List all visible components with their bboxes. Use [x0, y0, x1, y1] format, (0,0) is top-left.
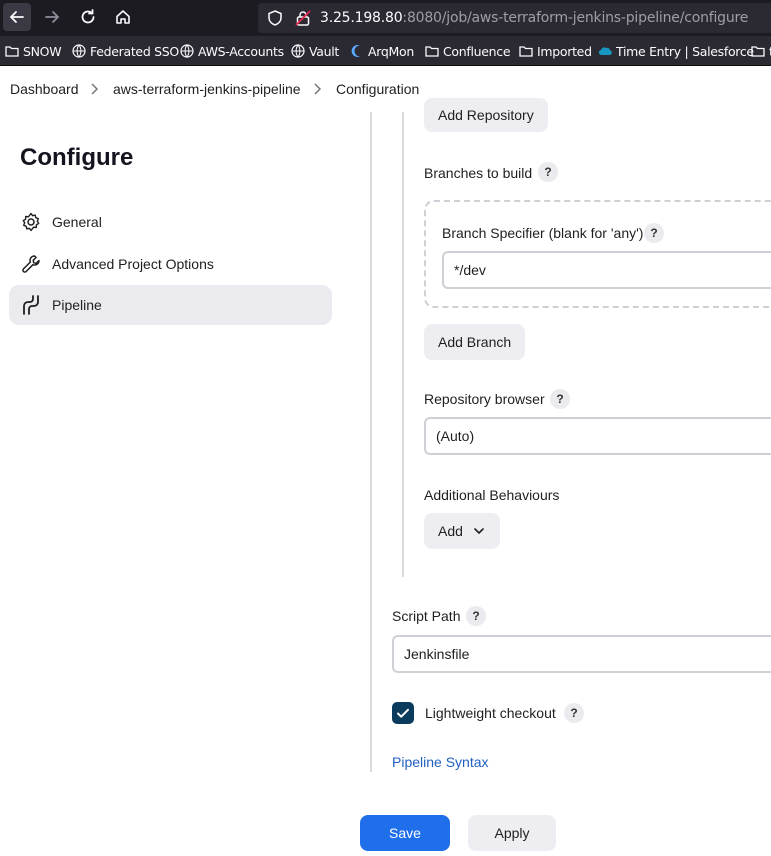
repository-browser-label: Repository browser: [424, 391, 545, 407]
url-bar[interactable]: 3.25.198.80:8080/job/aws-terraform-jenki…: [258, 3, 771, 33]
folder-icon: [751, 46, 765, 57]
home-icon: [116, 10, 130, 24]
forward-button[interactable]: [38, 3, 66, 31]
add-branch-button[interactable]: Add Branch: [424, 324, 526, 360]
bookmark-label: Vault: [309, 43, 340, 59]
breadcrumb-job[interactable]: aws-terraform-jenkins-pipeline: [113, 81, 301, 97]
page-title: Configure: [20, 144, 134, 171]
wrench-icon: [22, 255, 40, 273]
chevron-right-icon: [91, 83, 99, 95]
bookmark-label: Time Entry | Salesforce: [616, 43, 754, 59]
url-path: :8080/job/aws-terraform-jenkins-pipeline…: [402, 10, 749, 26]
script-path-input[interactable]: Jenkinsfile: [392, 635, 771, 673]
section-border-outer: [370, 112, 372, 772]
shield-icon[interactable]: [266, 9, 284, 27]
browser-toolbar: 3.25.198.80:8080/job/aws-terraform-jenki…: [0, 0, 771, 36]
bookmark-label: Imported: [537, 43, 592, 59]
bookmark-time-entry[interactable]: Time Entry | Salesforce: [598, 42, 754, 60]
home-button[interactable]: [109, 3, 137, 31]
add-button-label: Add: [438, 523, 463, 539]
apply-button[interactable]: Apply: [468, 815, 556, 851]
globe-icon: [291, 44, 305, 58]
chevron-down-icon: [474, 528, 484, 535]
repository-browser-select[interactable]: (Auto): [424, 417, 771, 455]
bookmark-label: Confluence: [443, 43, 511, 59]
arrow-left-icon: [9, 11, 24, 23]
script-path-label: Script Path: [392, 608, 461, 624]
bookmark-overflow[interactable]: t: [751, 42, 771, 60]
bookmark-label: ArqMon: [368, 43, 414, 59]
save-button[interactable]: Save: [360, 815, 450, 851]
arrow-right-icon: [45, 11, 60, 23]
breadcrumb-dashboard[interactable]: Dashboard: [10, 81, 79, 97]
additional-behaviours-label: Additional Behaviours: [424, 487, 560, 503]
pipeline-syntax-link[interactable]: Pipeline Syntax: [392, 754, 489, 770]
checkmark-icon: [397, 708, 409, 718]
bookmark-imported[interactable]: Imported: [519, 42, 592, 60]
add-repository-button[interactable]: Add Repository: [424, 98, 548, 132]
bookmark-label: SNOW: [23, 43, 62, 59]
branches-to-build-label: Branches to build: [424, 165, 533, 181]
help-icon[interactable]: ?: [538, 162, 558, 182]
insecure-lock-icon[interactable]: [294, 9, 312, 27]
branch-specifier-input[interactable]: */dev: [442, 251, 771, 289]
help-icon[interactable]: ?: [550, 389, 570, 409]
reload-icon: [81, 9, 95, 24]
bookmarks-bar: SNOW Federated SSO AWS-Accounts Vault Ar…: [0, 36, 771, 66]
gear-icon: [22, 212, 40, 232]
sidebar-item-label: Advanced Project Options: [52, 256, 214, 272]
section-border-inner: [402, 112, 404, 577]
back-button[interactable]: [3, 3, 31, 31]
sidebar-item-label: Pipeline: [52, 297, 102, 313]
folder-icon: [425, 46, 439, 57]
sidebar-item-advanced-project-options[interactable]: Advanced Project Options: [9, 244, 332, 284]
add-behaviour-button[interactable]: Add: [424, 513, 500, 549]
bookmark-snow[interactable]: SNOW: [5, 42, 62, 60]
chevron-right-icon: [314, 83, 322, 95]
bookmark-arqmon[interactable]: ArqMon: [350, 42, 414, 60]
help-icon[interactable]: ?: [564, 703, 584, 723]
branch-specifier-label: Branch Specifier (blank for 'any'): [442, 225, 644, 241]
bookmark-label: AWS-Accounts: [198, 43, 284, 59]
url-text: 3.25.198.80:8080/job/aws-terraform-jenki…: [320, 10, 748, 26]
url-host: 3.25.198.80: [320, 10, 403, 26]
help-icon[interactable]: ?: [466, 606, 486, 626]
help-icon[interactable]: ?: [644, 223, 664, 243]
arqmon-icon: [351, 45, 360, 57]
salesforce-cloud-icon: [598, 47, 612, 56]
bookmark-federated-sso[interactable]: Federated SSO: [72, 42, 179, 60]
folder-icon: [519, 46, 533, 57]
sidebar-item-general[interactable]: General: [9, 202, 332, 242]
bookmark-label: Federated SSO: [90, 43, 179, 59]
pipeline-icon: [23, 295, 39, 315]
globe-icon: [72, 44, 86, 58]
bookmark-aws-accounts[interactable]: AWS-Accounts: [180, 42, 284, 60]
bookmark-vault[interactable]: Vault: [291, 42, 339, 60]
folder-icon: [5, 46, 19, 57]
breadcrumb: Dashboard aws-terraform-jenkins-pipeline…: [0, 67, 771, 112]
reload-button[interactable]: [74, 3, 102, 31]
sidebar-item-label: General: [52, 214, 102, 230]
bookmark-confluence[interactable]: Confluence: [425, 42, 511, 60]
breadcrumb-configuration[interactable]: Configuration: [336, 81, 419, 97]
globe-icon: [180, 44, 194, 58]
lightweight-checkout-checkbox[interactable]: [392, 702, 414, 724]
sidebar-item-pipeline[interactable]: Pipeline: [9, 285, 332, 325]
lightweight-checkout-label[interactable]: Lightweight checkout: [425, 705, 556, 721]
